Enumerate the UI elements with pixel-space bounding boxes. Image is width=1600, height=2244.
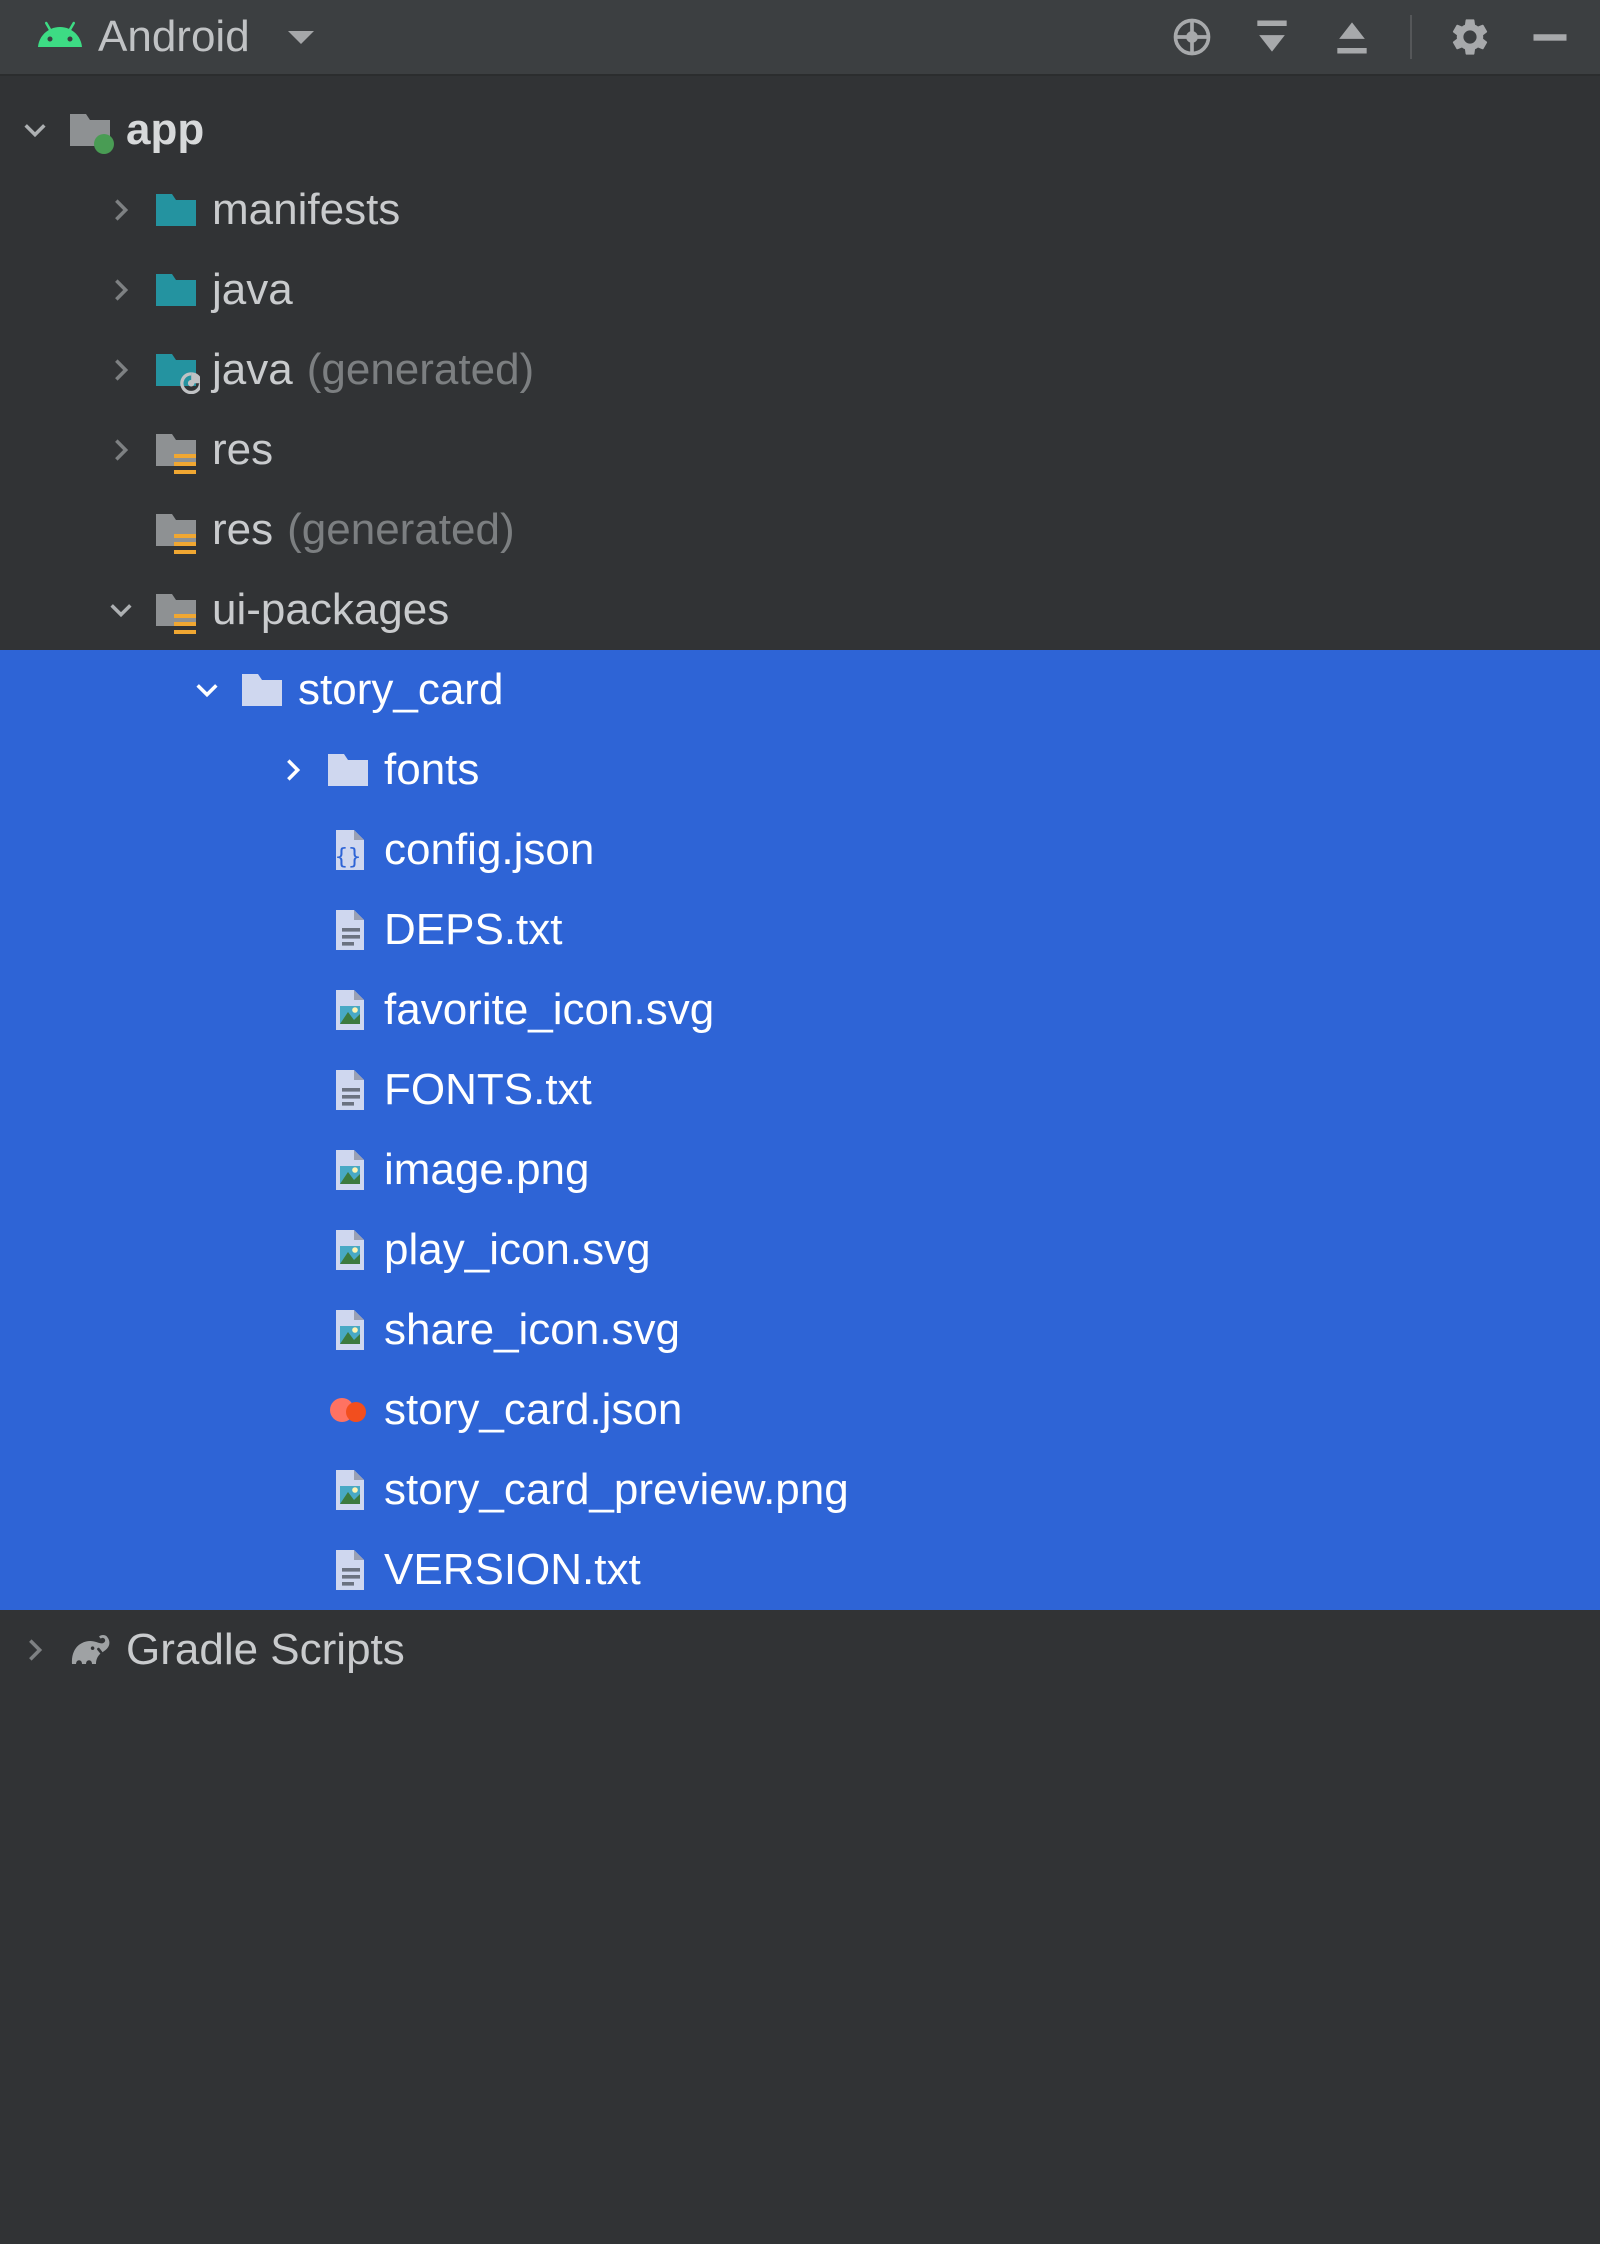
folder-res-icon — [152, 586, 200, 634]
tree-row[interactable]: ui-packages — [0, 570, 1600, 650]
img-icon — [324, 1306, 372, 1354]
view-label: Android — [98, 12, 250, 62]
module-icon — [66, 106, 114, 154]
tree-item-label: java — [212, 348, 293, 392]
figma-icon — [324, 1386, 372, 1434]
chevron-down-icon — [288, 31, 314, 44]
folder-res-icon — [152, 506, 200, 554]
tree-item-suffix: (generated) — [307, 348, 534, 392]
view-selector[interactable]: Android — [36, 11, 314, 64]
select-opened-file-button[interactable] — [1170, 15, 1214, 59]
img-icon — [324, 986, 372, 1034]
folder-res-icon — [152, 426, 200, 474]
tree-row[interactable]: java — [0, 250, 1600, 330]
chevron-right-icon[interactable] — [100, 436, 142, 464]
tree-row[interactable]: play_icon.svg — [0, 1210, 1600, 1290]
toolbar-divider — [1410, 15, 1412, 59]
txt-icon — [324, 1546, 372, 1594]
tree-item-label: story_card.json — [384, 1388, 682, 1432]
tree-row[interactable]: res — [0, 410, 1600, 490]
tree-item-label: story_card_preview.png — [384, 1468, 849, 1512]
project-tree[interactable]: appmanifests java java (generated) res res (ge… — [0, 76, 1600, 1690]
collapse-all-button[interactable] — [1330, 15, 1374, 59]
folder-teal-icon — [152, 266, 200, 314]
expand-all-button[interactable] — [1250, 15, 1294, 59]
tree-row[interactable]: fonts — [0, 730, 1600, 810]
tree-item-label: config.json — [384, 828, 594, 872]
tree-row[interactable]: story_card — [0, 650, 1600, 730]
tree-item-label: share_icon.svg — [384, 1308, 680, 1352]
gradle-icon — [66, 1626, 114, 1674]
tree-item-label: story_card — [298, 668, 503, 712]
tree-item-label: java — [212, 268, 293, 312]
tree-row[interactable]: Gradle Scripts — [0, 1610, 1600, 1690]
tree-item-label: play_icon.svg — [384, 1228, 651, 1272]
folder-sel-icon — [324, 746, 372, 794]
tree-item-label: image.png — [384, 1148, 589, 1192]
hide-button[interactable] — [1528, 15, 1572, 59]
chevron-right-icon[interactable] — [272, 756, 314, 784]
tree-row[interactable]: VERSION.txt — [0, 1530, 1600, 1610]
tree-item-label: FONTS.txt — [384, 1068, 592, 1112]
tree-row[interactable]: story_card_preview.png — [0, 1450, 1600, 1530]
img-icon — [324, 1226, 372, 1274]
tree-item-label: res — [212, 508, 273, 552]
tree-item-label: favorite_icon.svg — [384, 988, 714, 1032]
tree-item-label: manifests — [212, 188, 400, 232]
json-icon: {} — [324, 826, 372, 874]
project-toolbar: Android — [0, 0, 1600, 76]
txt-icon — [324, 1066, 372, 1114]
tree-row[interactable]: DEPS.txt — [0, 890, 1600, 970]
tree-item-label: app — [126, 108, 204, 152]
folder-gen-icon — [152, 346, 200, 394]
android-icon — [36, 11, 84, 64]
chevron-down-icon[interactable] — [100, 596, 142, 624]
chevron-down-icon[interactable] — [14, 116, 56, 144]
tree-row[interactable]: FONTS.txt — [0, 1050, 1600, 1130]
chevron-right-icon[interactable] — [100, 356, 142, 384]
tree-row[interactable]: favorite_icon.svg — [0, 970, 1600, 1050]
folder-sel-icon — [238, 666, 286, 714]
tree-item-label: VERSION.txt — [384, 1548, 641, 1592]
chevron-right-icon[interactable] — [100, 196, 142, 224]
tree-item-suffix: (generated) — [287, 508, 514, 552]
svg-text:{}: {} — [335, 845, 362, 870]
folder-teal-icon — [152, 186, 200, 234]
img-icon — [324, 1146, 372, 1194]
tree-row[interactable]: {} config.json — [0, 810, 1600, 890]
tree-item-label: fonts — [384, 748, 479, 792]
img-icon — [324, 1466, 372, 1514]
tree-row[interactable]: manifests — [0, 170, 1600, 250]
tree-row[interactable]: java (generated) — [0, 330, 1600, 410]
tree-item-label: ui-packages — [212, 588, 449, 632]
tree-row[interactable]: res (generated) — [0, 490, 1600, 570]
settings-button[interactable] — [1448, 15, 1492, 59]
tree-row[interactable]: image.png — [0, 1130, 1600, 1210]
chevron-down-icon[interactable] — [186, 676, 228, 704]
txt-icon — [324, 906, 372, 954]
tree-row[interactable]: share_icon.svg — [0, 1290, 1600, 1370]
tree-item-label: res — [212, 428, 273, 472]
chevron-right-icon[interactable] — [100, 276, 142, 304]
tree-item-label: Gradle Scripts — [126, 1628, 405, 1672]
tree-row[interactable]: app — [0, 90, 1600, 170]
tree-item-label: DEPS.txt — [384, 908, 563, 952]
chevron-right-icon[interactable] — [14, 1636, 56, 1664]
tree-row[interactable]: story_card.json — [0, 1370, 1600, 1450]
